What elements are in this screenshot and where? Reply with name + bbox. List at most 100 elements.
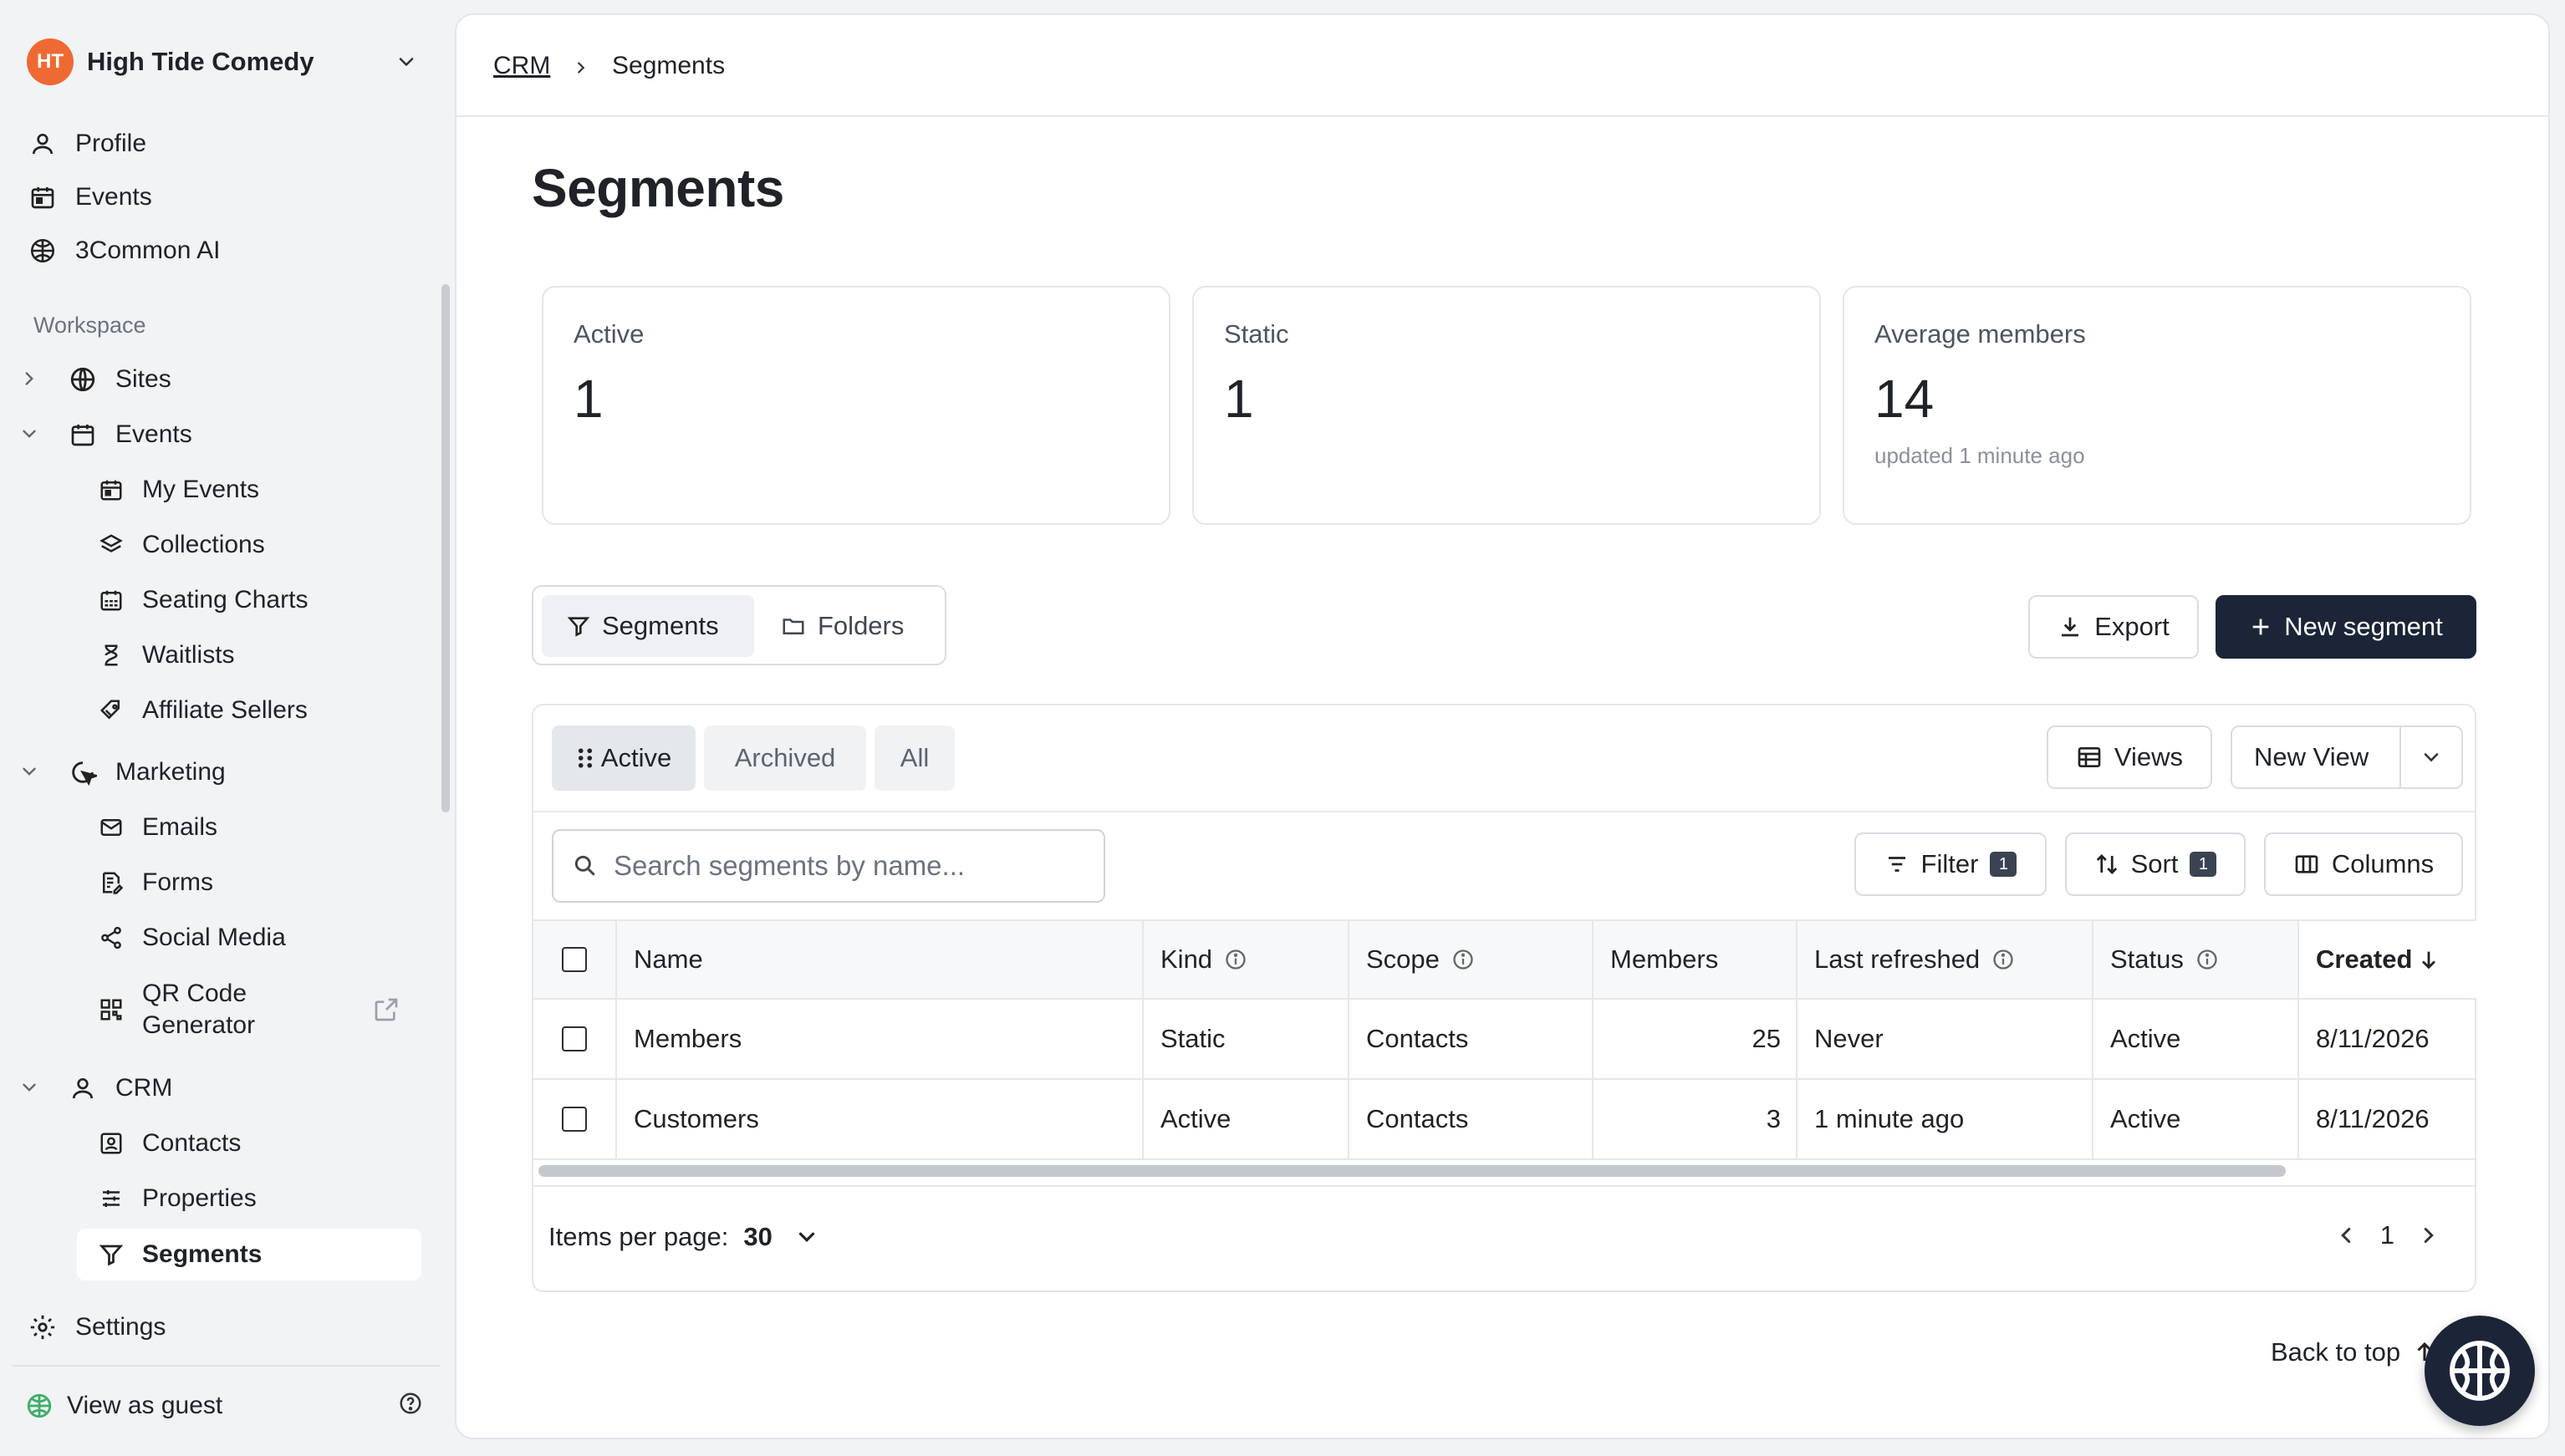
- views-button[interactable]: Views: [2047, 725, 2212, 789]
- sidebar: HT High Tide Comedy Profile Events 3Comm…: [0, 0, 451, 1456]
- column-header-last-refreshed[interactable]: Last refreshed: [1798, 921, 2093, 998]
- toggle-folders[interactable]: Folders: [761, 595, 936, 657]
- row-select-cell: [533, 1000, 617, 1078]
- cell-name[interactable]: Customers: [617, 1080, 1144, 1158]
- stat-value: 14: [1874, 369, 1935, 429]
- row-checkbox[interactable]: [562, 1107, 587, 1132]
- chevron-left-icon[interactable]: [2333, 1223, 2358, 1248]
- sidebar-item-contacts[interactable]: Contacts: [95, 1120, 241, 1167]
- nav-label: View as guest: [67, 1392, 223, 1419]
- chevron-down-icon[interactable]: [18, 423, 40, 445]
- column-header-created[interactable]: Created: [2299, 921, 2476, 998]
- filter-count-badge: 1: [1990, 852, 2017, 877]
- external-link-icon[interactable]: [373, 996, 400, 1023]
- form-icon: [95, 867, 127, 899]
- info-icon[interactable]: [2195, 948, 2219, 971]
- toggle-label: Segments: [602, 611, 719, 640]
- nav-profile[interactable]: Profile: [27, 120, 146, 167]
- column-header-kind[interactable]: Kind: [1144, 921, 1349, 998]
- sidebar-item-seating-charts[interactable]: Seating Charts: [95, 577, 308, 624]
- help-icon[interactable]: [398, 1391, 423, 1416]
- column-header-name[interactable]: Name: [617, 921, 1144, 998]
- back-to-top-link[interactable]: Back to top: [2271, 1337, 2437, 1367]
- org-switcher[interactable]: HT High Tide Comedy: [27, 37, 428, 87]
- page-title: Segments: [532, 158, 784, 218]
- chevron-right-icon: [578, 62, 585, 74]
- items-per-page-label: Items per page:: [548, 1222, 729, 1251]
- nav-marketing[interactable]: Marketing: [67, 749, 226, 796]
- chevron-right-icon[interactable]: [18, 368, 40, 389]
- tab-archived[interactable]: Archived: [704, 725, 866, 791]
- cell-status: Active: [2093, 1080, 2299, 1158]
- tab-all[interactable]: All: [875, 725, 955, 791]
- hourglass-icon: [95, 639, 127, 671]
- sidebar-item-affiliate-sellers[interactable]: Affiliate Sellers: [95, 687, 308, 734]
- column-header-status[interactable]: Status: [2093, 921, 2299, 998]
- stat-label: Static: [1224, 319, 1289, 349]
- chevron-down-icon[interactable]: [18, 761, 40, 782]
- cell-name[interactable]: Members: [617, 1000, 1144, 1078]
- view-as-guest-link[interactable]: View as guest: [23, 1382, 222, 1429]
- tab-active[interactable]: Active: [552, 725, 696, 791]
- new-view-button[interactable]: New View: [2254, 742, 2369, 772]
- org-logo: HT: [27, 38, 74, 85]
- share-icon: [95, 922, 127, 954]
- sidebar-item-waitlists[interactable]: Waitlists: [95, 632, 235, 679]
- cell-kind: Static: [1144, 1000, 1349, 1078]
- chevron-down-icon[interactable]: [794, 1224, 819, 1250]
- nav-3common-ai[interactable]: 3Common AI: [27, 227, 220, 274]
- column-header-scope[interactable]: Scope: [1349, 921, 1594, 998]
- drag-handle-icon: [578, 748, 592, 768]
- sort-count-badge: 1: [2190, 852, 2217, 877]
- export-button[interactable]: Export: [2028, 595, 2199, 659]
- nav-label: Seating Charts: [142, 586, 309, 613]
- select-all-checkbox[interactable]: [562, 947, 587, 972]
- cell-members: 3: [1594, 1080, 1798, 1158]
- info-icon[interactable]: [1451, 948, 1475, 971]
- sidebar-item-emails[interactable]: Emails: [95, 804, 217, 851]
- assistant-launcher-button[interactable]: [2425, 1316, 2535, 1426]
- qr-label-line1: QR Code: [142, 980, 247, 1007]
- chevron-right-icon[interactable]: [2416, 1223, 2441, 1248]
- filter-lines-icon: [1888, 857, 1905, 872]
- nav-settings[interactable]: Settings: [27, 1304, 166, 1351]
- sidebar-item-social-media[interactable]: Social Media: [95, 914, 286, 961]
- sidebar-item-forms[interactable]: Forms: [95, 859, 213, 906]
- nav-events[interactable]: Events: [27, 174, 152, 221]
- sidebar-scrollbar[interactable]: [441, 284, 450, 812]
- info-icon[interactable]: [1991, 948, 2015, 971]
- sidebar-item-segments[interactable]: Segments: [77, 1229, 421, 1280]
- cell-last-refreshed: Never: [1798, 1000, 2093, 1078]
- sidebar-item-properties[interactable]: Properties: [95, 1175, 257, 1222]
- table-row[interactable]: Customers Active Contacts 3 1 minute ago…: [533, 1080, 2475, 1160]
- chevron-down-icon[interactable]: [18, 1077, 40, 1098]
- breadcrumb: CRM Segments: [456, 15, 2548, 117]
- row-checkbox[interactable]: [562, 1026, 587, 1051]
- nav-label: Profile: [75, 130, 147, 157]
- breadcrumb-crm-link[interactable]: CRM: [493, 52, 550, 80]
- nav-crm[interactable]: CRM: [67, 1065, 172, 1112]
- table-horizontal-scrollbar[interactable]: [538, 1165, 2286, 1177]
- filter-button[interactable]: Filter 1: [1854, 832, 2047, 896]
- sidebar-item-my-events[interactable]: My Events: [95, 466, 259, 513]
- search-input[interactable]: Search segments by name...: [552, 829, 1105, 903]
- card-divider: [533, 811, 2475, 812]
- calendar-icon: [27, 181, 59, 213]
- toggle-segments[interactable]: Segments: [542, 595, 754, 657]
- info-icon[interactable]: [1224, 948, 1247, 971]
- sidebar-item-collections[interactable]: Collections: [95, 522, 265, 568]
- tab-label: Active: [600, 743, 672, 772]
- sliders-icon: [95, 1183, 127, 1214]
- cell-created: 8/11/2026: [2316, 1024, 2430, 1053]
- nav-workspace-events[interactable]: Events: [67, 411, 192, 458]
- sidebar-item-qr-code-generator[interactable]: QR Code Generator: [95, 975, 255, 1045]
- columns-button[interactable]: Columns: [2264, 832, 2463, 896]
- table-row[interactable]: Members Static Contacts 25 Never Active …: [533, 1000, 2475, 1080]
- new-segment-button[interactable]: New segment: [2216, 595, 2476, 659]
- column-header-members[interactable]: Members: [1594, 921, 1798, 998]
- nav-sites[interactable]: Sites: [67, 356, 171, 403]
- chevron-down-icon[interactable]: [2420, 746, 2443, 769]
- items-per-page-select[interactable]: 30: [743, 1222, 772, 1252]
- table-view-icon: [2078, 747, 2101, 767]
- sort-button[interactable]: Sort 1: [2065, 832, 2246, 896]
